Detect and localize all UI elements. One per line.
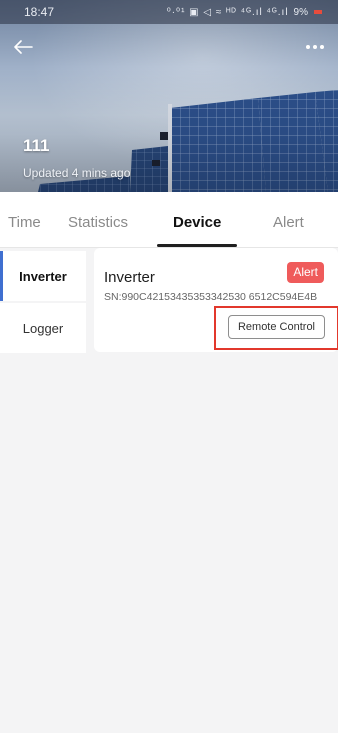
- status-time: 18:47: [24, 5, 55, 19]
- tab-device[interactable]: Device: [173, 214, 221, 231]
- hero-shade: [0, 0, 338, 192]
- plant-name: 111: [23, 136, 50, 155]
- device-name: Inverter: [104, 269, 155, 286]
- back-button[interactable]: [10, 36, 36, 58]
- more-dots-icon: [313, 45, 317, 49]
- active-tab-indicator: [157, 244, 237, 247]
- device-content: Inverter Logger Inverter Alert SN:990C42…: [0, 248, 338, 733]
- tab-bar: Time Statistics Device Alert: [0, 192, 338, 248]
- back-arrow-icon: [14, 40, 33, 54]
- updated-time: Updated 4 mins ago: [23, 166, 131, 180]
- more-dots-icon: [306, 45, 310, 49]
- sidebar-item-inverter[interactable]: Inverter: [0, 251, 86, 301]
- sidebar-item-logger[interactable]: Logger: [0, 303, 86, 353]
- device-card[interactable]: Inverter Alert SN:990C42153435353342530 …: [94, 248, 338, 352]
- battery-icon: [314, 10, 322, 14]
- status-indicators: ⁰·⁰¹ ▣ ◁ ≈ ᴴᴰ ⁴ᴳ.ıl ⁴ᴳ.ıl 9%: [167, 7, 322, 18]
- tab-statistics[interactable]: Statistics: [68, 214, 128, 231]
- battery-level: 9%: [293, 6, 308, 18]
- tab-time[interactable]: Time: [8, 214, 41, 231]
- sidebar-item-label: Logger: [22, 320, 64, 336]
- more-dots-icon: [320, 45, 324, 49]
- tab-alert[interactable]: Alert: [273, 214, 304, 231]
- alert-badge[interactable]: Alert: [287, 262, 324, 283]
- more-options-button[interactable]: [302, 38, 328, 56]
- system-status-bar: 18:47 ⁰·⁰¹ ▣ ◁ ≈ ᴴᴰ ⁴ᴳ.ıl ⁴ᴳ.ıl 9%: [0, 0, 338, 24]
- status-signal-icons: ⁰·⁰¹ ▣ ◁ ≈ ᴴᴰ ⁴ᴳ.ıl ⁴ᴳ.ıl: [166, 6, 289, 18]
- remote-control-button[interactable]: Remote Control: [228, 315, 325, 339]
- device-serial-number: SN:990C42153435353342530 6512C594E4B: [104, 291, 318, 303]
- hero-banner: [0, 0, 338, 192]
- sidebar-item-label: Inverter: [19, 268, 67, 284]
